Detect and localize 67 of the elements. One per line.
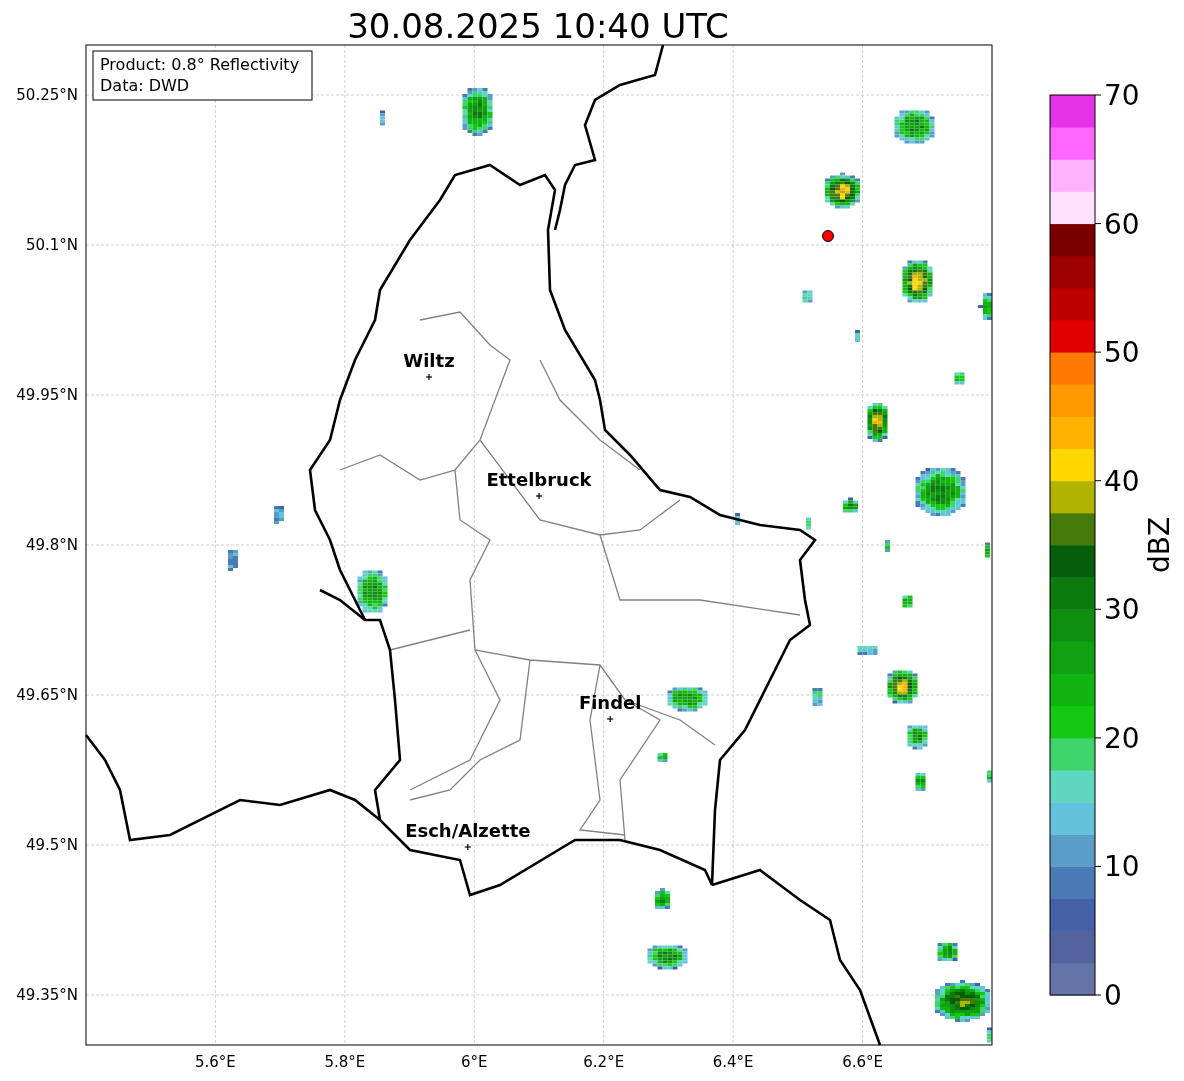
rain-echo bbox=[887, 670, 918, 704]
colorbar-tick-label: 70 bbox=[1104, 79, 1140, 112]
axis-tick-label: 6.2°E bbox=[583, 1053, 625, 1071]
rain-echo bbox=[915, 468, 966, 516]
rain-echo bbox=[825, 172, 860, 209]
rain-echo bbox=[954, 372, 965, 385]
rain-echo bbox=[987, 1027, 992, 1043]
rain-echo bbox=[855, 330, 860, 342]
axis-tick-label: 49.65°N bbox=[16, 686, 78, 704]
rain-echo bbox=[274, 506, 284, 524]
legend-text: Data: DWD bbox=[100, 76, 190, 95]
rain-echo bbox=[902, 260, 933, 303]
rain-echo bbox=[985, 542, 990, 558]
rain-echo bbox=[885, 540, 890, 552]
axis-tick-label: 49.35°N bbox=[16, 986, 78, 1004]
colorbar-tick-label: 10 bbox=[1104, 850, 1140, 884]
axis-tick-label: 6°E bbox=[461, 1053, 488, 1071]
rain-echo bbox=[935, 980, 990, 1022]
city-label: Ettelbruck bbox=[486, 469, 592, 490]
rain-echo bbox=[667, 687, 708, 712]
rain-echo bbox=[915, 773, 926, 791]
rain-echo bbox=[907, 725, 928, 750]
rain-echo bbox=[462, 88, 493, 136]
rain-echo bbox=[894, 110, 935, 144]
rain-echo bbox=[937, 943, 958, 961]
city-marker bbox=[606, 715, 614, 723]
axis-tick-label: 5.6°E bbox=[195, 1053, 236, 1071]
colorbar-tick-label: 60 bbox=[1104, 207, 1140, 241]
rain-echo bbox=[902, 595, 913, 608]
rain-echo bbox=[812, 688, 823, 706]
rain-echo bbox=[987, 770, 992, 783]
rain-echo bbox=[735, 513, 740, 525]
rain-echo bbox=[867, 403, 888, 442]
axis-tick-label: 50.1°N bbox=[25, 236, 78, 254]
city-label: Esch/Alzette bbox=[405, 820, 531, 841]
axis-tick-label: 6.4°E bbox=[712, 1053, 754, 1071]
rain-echo bbox=[655, 888, 670, 909]
legend-text: Product: 0.8° Reflectivity bbox=[100, 55, 300, 74]
colorbar-tick-label: 0 bbox=[1104, 979, 1122, 1012]
axis-tick-label: 49.5°N bbox=[25, 836, 78, 854]
colorbar-label: dBZ bbox=[1143, 516, 1176, 574]
axis-tick-label: 5.8°E bbox=[324, 1053, 366, 1071]
colorbar-tick-label: 50 bbox=[1104, 336, 1140, 370]
city-marker bbox=[535, 492, 543, 500]
city-marker bbox=[425, 373, 433, 381]
rain-echo bbox=[806, 517, 811, 530]
rain-echo bbox=[357, 570, 388, 613]
city-marker bbox=[464, 843, 472, 851]
axis-tick-label: 49.8°N bbox=[25, 536, 78, 554]
city-label: Wiltz bbox=[403, 350, 455, 371]
rain-echo bbox=[657, 753, 668, 762]
rain-echo bbox=[228, 550, 238, 571]
colorbar-tick-label: 20 bbox=[1104, 721, 1140, 755]
rain-echo bbox=[978, 293, 992, 320]
rain-echo bbox=[647, 945, 688, 970]
colorbar-tick-label: 30 bbox=[1104, 593, 1140, 627]
rain-echo bbox=[857, 646, 878, 655]
chart-title: 30.08.2025 10:40 UTC bbox=[347, 6, 729, 46]
city-label: Findel bbox=[578, 692, 642, 713]
colorbar-tick-label: 40 bbox=[1104, 464, 1140, 498]
axis-tick-label: 49.95°N bbox=[16, 386, 78, 404]
radar-site-marker bbox=[822, 230, 834, 242]
rain-echo bbox=[802, 290, 813, 303]
axis-tick-label: 6.6°E bbox=[842, 1053, 883, 1071]
axis-tick-label: 50.25°N bbox=[16, 86, 78, 104]
rain-echo bbox=[843, 497, 858, 513]
rain-echo bbox=[380, 110, 385, 126]
